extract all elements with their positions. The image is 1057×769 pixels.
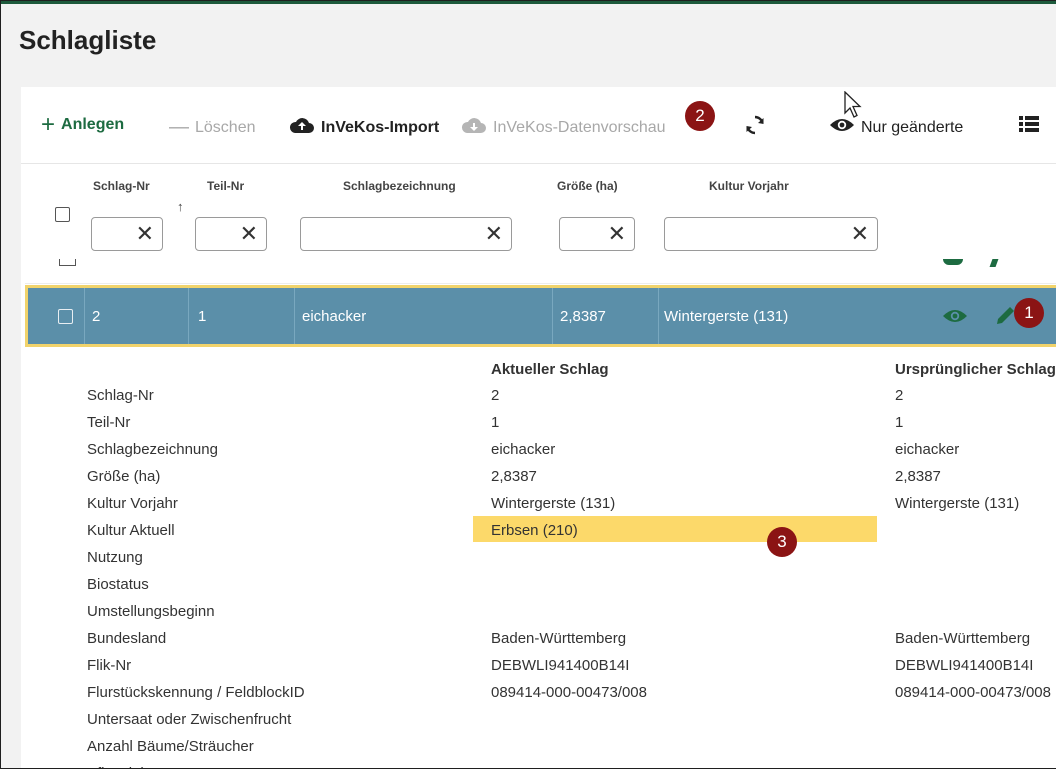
clear-icon[interactable]: ✕ <box>485 222 503 246</box>
list-icon <box>1019 115 1039 138</box>
column-header-groesse[interactable]: Größe (ha) <box>557 179 618 193</box>
detail-value-original: eichacker <box>895 441 960 458</box>
cloud-upload-icon <box>289 116 315 139</box>
detail-value-current: Baden-Württemberg <box>491 630 627 647</box>
clear-icon[interactable]: ✕ <box>240 222 258 246</box>
detail-label: Biostatus <box>87 576 149 593</box>
detail-value-original: 1 <box>895 414 904 431</box>
filter-kultur-vorjahr[interactable]: ✕ <box>664 217 878 251</box>
detail-header-original: Ursprünglicher Schlag <box>895 361 1056 378</box>
filter-schlagbezeichnung[interactable]: ✕ <box>300 217 512 251</box>
detail-label: Flik-Nr <box>87 657 132 674</box>
table-row-selected[interactable]: 2 1 eichacker 2,8387 Wintergerste (131) … <box>25 285 1056 347</box>
detail-label: Flurstückskennung / FeldblockID <box>87 684 305 701</box>
column-header-schlag-nr[interactable]: Schlag-Nr <box>93 179 150 193</box>
view-icon[interactable] <box>942 307 968 330</box>
top-accent-bar <box>1 1 1056 4</box>
detail-value-original: 089414-000-00473/008 <box>895 684 1051 701</box>
eye-icon <box>829 116 855 139</box>
cloud-download-icon <box>461 116 487 139</box>
cell-groesse: 2,8387 <box>560 308 606 325</box>
cell-schlag-nr: 2 <box>92 308 101 325</box>
loeschen-button[interactable]: — Löschen <box>169 116 256 139</box>
detail-value-current: 1 <box>491 414 500 431</box>
column-header-kultur-vorjahr[interactable]: Kultur Vorjahr <box>709 179 789 193</box>
plus-icon: + <box>41 111 56 138</box>
minus-icon: — <box>169 116 189 138</box>
anlegen-button[interactable]: + Anlegen <box>41 111 124 138</box>
toolbar: + Anlegen — Löschen InVeKos-Import InVeK… <box>21 87 1056 164</box>
filter-schlag-nr[interactable]: ✕ <box>91 217 163 251</box>
clear-icon[interactable]: ✕ <box>851 222 869 246</box>
detail-label: Umstellungsbeginn <box>87 603 215 620</box>
select-all-checkbox[interactable] <box>55 207 70 222</box>
detail-label: Untersaat oder Zwischenfrucht <box>87 711 292 728</box>
detail-value-current: Erbsen (210) <box>491 522 578 539</box>
detail-label: Nutzung <box>87 549 143 566</box>
filter-teil-nr[interactable]: ✕ <box>195 217 267 251</box>
detail-label: Kultur Aktuell <box>87 522 175 539</box>
detail-value-original: Baden-Württemberg <box>895 630 1031 647</box>
cell-kultur-vorjahr: Wintergerste (131) <box>664 308 789 325</box>
detail-label: Pflanzjahr <box>87 765 154 768</box>
list-card: + Anlegen — Löschen InVeKos-Import InVeK… <box>21 87 1056 768</box>
previous-row-partial <box>25 259 1056 284</box>
detail-value-current: Wintergerste (131) <box>491 495 616 512</box>
column-header-teil-nr[interactable]: Teil-Nr <box>207 179 244 193</box>
detail-value-current: 089414-000-00473/008 <box>491 684 647 701</box>
list-view-button[interactable] <box>1019 115 1039 138</box>
detail-value-original: DEBWLI941400B14I <box>895 657 1034 674</box>
detail-header-current: Aktueller Schlag <box>491 361 609 378</box>
cell-schlagbezeichnung: eichacker <box>302 308 367 325</box>
cell-teil-nr: 1 <box>198 308 207 325</box>
detail-value-current: 2 <box>491 387 500 404</box>
detail-label: Schlag-Nr <box>87 387 154 404</box>
detail-value-original: 2,8387 <box>895 468 941 485</box>
page-title: Schlagliste <box>19 25 157 55</box>
nur-geaenderte-toggle[interactable]: Nur geänderte <box>829 116 963 139</box>
detail-label: Bundesland <box>87 630 167 647</box>
refresh-button[interactable] <box>743 113 767 142</box>
app-window: Schlagliste + Anlegen — Löschen InVeKos-… <box>0 0 1056 769</box>
detail-value-current: DEBWLI941400B14I <box>491 657 630 674</box>
row-checkbox[interactable] <box>58 309 73 324</box>
step-badge-1: 1 <box>1014 298 1044 328</box>
column-header-schlagbezeichnung[interactable]: Schlagbezeichnung <box>343 179 456 193</box>
invekos-import-button[interactable]: InVeKos-Import <box>289 116 439 139</box>
detail-value-current: 2,8387 <box>491 468 537 485</box>
detail-label: Größe (ha) <box>87 468 161 485</box>
clear-icon[interactable]: ✕ <box>608 222 626 246</box>
detail-label: Schlagbezeichnung <box>87 441 218 458</box>
sort-ascending-icon: ↑ <box>177 199 184 214</box>
detail-value-original: Wintergerste (131) <box>895 495 1020 512</box>
filter-groesse[interactable]: ✕ <box>559 217 635 251</box>
step-badge-2: 2 <box>685 101 715 131</box>
detail-label: Kultur Vorjahr <box>87 495 178 512</box>
clear-icon[interactable]: ✕ <box>136 222 154 246</box>
detail-value-current: eichacker <box>491 441 556 458</box>
step-badge-3: 3 <box>767 527 797 557</box>
detail-value-original: 2 <box>895 387 904 404</box>
detail-label: Teil-Nr <box>87 414 131 431</box>
refresh-icon <box>743 113 767 142</box>
detail-label: Anzahl Bäume/Sträucher <box>87 738 254 755</box>
invekos-vorschau-button[interactable]: InVeKos-Datenvorschau <box>461 116 666 139</box>
